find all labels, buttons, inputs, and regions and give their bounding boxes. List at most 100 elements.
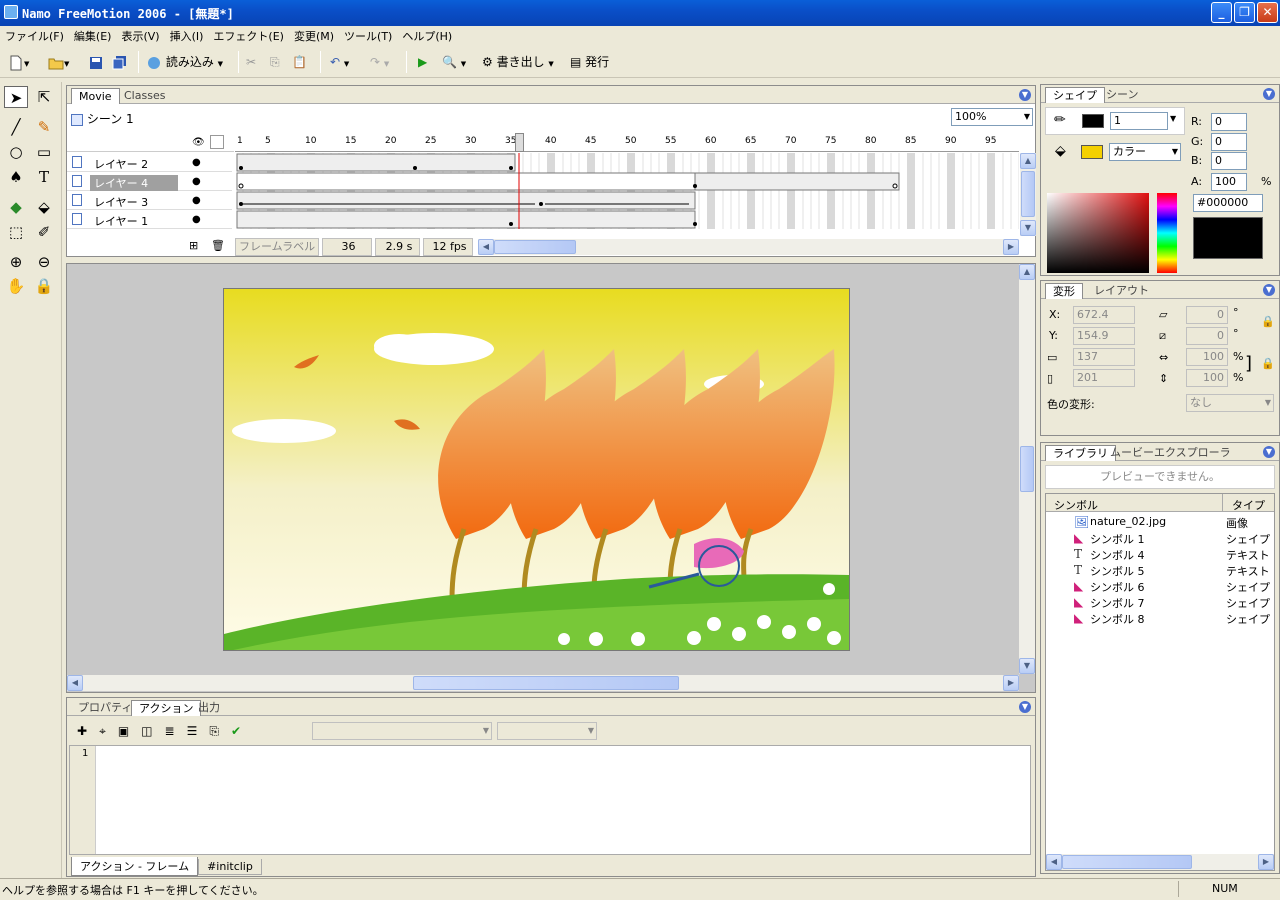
lock-icon[interactable]: 🔒: [1261, 315, 1275, 328]
preview-icon[interactable]: 🔍 ▼: [442, 52, 466, 72]
auto-format-icon[interactable]: ≣: [165, 724, 187, 738]
find-icon[interactable]: ⌖: [99, 724, 118, 738]
menu-insert[interactable]: 挿入(I): [165, 26, 209, 46]
script-editor[interactable]: 1: [69, 745, 1031, 855]
menu-tools[interactable]: ツール(T): [339, 26, 397, 46]
eye-icon[interactable]: 👁: [192, 137, 205, 148]
menu-edit[interactable]: 編集(E): [69, 26, 117, 46]
copy-icon[interactable]: ⎘: [270, 52, 280, 72]
pen-tool-icon[interactable]: ♠: [4, 166, 28, 188]
scene-breadcrumb[interactable]: シーン 1: [71, 110, 134, 127]
canvas-hscroll[interactable]: ◀ ▶: [67, 675, 1019, 691]
skew-h-field[interactable]: 0: [1186, 306, 1228, 324]
library-list[interactable]: シンボル タイプ 🖼 nature_02.jpg 画像 ◣ シンボル 1 シェイプ T シンボ…: [1045, 493, 1275, 871]
library-item[interactable]: 🖼 nature_02.jpg 画像: [1046, 514, 1276, 530]
menu-view[interactable]: 表示(V): [116, 26, 164, 46]
library-item[interactable]: ◣ シンボル 7 シェイプ: [1046, 594, 1276, 610]
tab-movie[interactable]: Movie: [71, 88, 120, 104]
fill-color-swatch[interactable]: [1081, 145, 1103, 159]
collapse-icon[interactable]: ▼: [1019, 89, 1031, 101]
publish-button[interactable]: ▤ 発行: [570, 52, 609, 72]
tab-classes[interactable]: Classes: [117, 88, 172, 104]
col-symbol-header[interactable]: シンボル: [1054, 497, 1098, 513]
skew-v-field[interactable]: 0: [1186, 327, 1228, 345]
fill-type-select[interactable]: カラー ▼: [1109, 143, 1181, 161]
check-syntax-icon[interactable]: ✔: [231, 724, 253, 738]
tab-scene[interactable]: シーン: [1099, 87, 1145, 103]
canvas-vscroll[interactable]: ▲ ▼: [1019, 264, 1035, 674]
scale-h-field[interactable]: 100: [1186, 369, 1228, 387]
redo-icon[interactable]: ↷ ▼: [370, 52, 389, 72]
lock-icon[interactable]: 🔒: [32, 275, 56, 297]
actions-select-2[interactable]: ▼: [497, 722, 597, 740]
trash-icon[interactable]: 🗑: [211, 239, 225, 252]
show-hints-icon[interactable]: ☰: [187, 724, 210, 738]
x-field[interactable]: 672.4: [1073, 306, 1135, 324]
lock-icon[interactable]: 🔒: [1261, 357, 1275, 370]
menu-modify[interactable]: 変更(M): [289, 26, 339, 46]
library-item[interactable]: ◣ シンボル 8 シェイプ: [1046, 610, 1276, 626]
timeline-hscroll[interactable]: ◀ ▶: [478, 239, 1019, 255]
menu-file[interactable]: ファイル(F): [0, 26, 69, 46]
tab-output[interactable]: 出力: [191, 700, 227, 716]
tab-properties[interactable]: プロパティ: [71, 700, 139, 716]
frame-ruler[interactable]: 1 5 10 15 20 25 30 35 40 45 50 55 60 65 70 75 80 85 90 95: [235, 133, 1019, 152]
layer-row[interactable]: レイヤー 1 ●: [67, 210, 232, 229]
g-field[interactable]: 0: [1211, 133, 1247, 151]
undo-icon[interactable]: ↶ ▼: [330, 52, 349, 72]
debug-icon[interactable]: ⎘: [209, 724, 231, 738]
subtab-initclip[interactable]: #initclip: [198, 859, 262, 875]
width-field[interactable]: 137: [1073, 348, 1135, 366]
outline-toggle[interactable]: [210, 135, 224, 149]
import-button[interactable]: 読み込み ▼: [146, 52, 223, 72]
oval-tool-icon[interactable]: ○: [4, 141, 28, 163]
chevron-down-icon[interactable]: ▼: [1170, 114, 1176, 123]
layer-row-selected[interactable]: レイヤー 4 ●: [67, 172, 232, 191]
subselect-tool-icon[interactable]: ⇱: [32, 86, 56, 108]
library-item[interactable]: ◣ シンボル 6 シェイプ: [1046, 578, 1276, 594]
library-hscroll[interactable]: ◀ ▶: [1046, 854, 1274, 870]
scale-w-field[interactable]: 100: [1186, 348, 1228, 366]
stroke-width-field[interactable]: 1: [1110, 112, 1168, 130]
layer-row[interactable]: レイヤー 3 ●: [67, 191, 232, 210]
playhead[interactable]: [515, 133, 524, 152]
timeline-vscroll[interactable]: ▲ ▼: [1020, 153, 1036, 236]
eyedropper-icon[interactable]: ✐: [32, 221, 56, 243]
tab-layout[interactable]: レイアウト: [1087, 283, 1156, 299]
zoom-select[interactable]: 100% ▼: [951, 108, 1033, 126]
frame-grid[interactable]: [235, 153, 1019, 229]
library-item[interactable]: T シンボル 5 テキスト: [1046, 562, 1276, 578]
close-button[interactable]: ✕: [1257, 2, 1278, 23]
pencil-tool-icon[interactable]: ✎: [32, 116, 56, 138]
text-tool-icon[interactable]: T: [32, 166, 56, 188]
hue-slider[interactable]: [1157, 193, 1177, 273]
open-folder-icon[interactable]: ▼: [48, 52, 69, 72]
collapse-icon[interactable]: ▼: [1019, 701, 1031, 713]
save-icon[interactable]: [88, 52, 104, 72]
new-file-icon[interactable]: ▼: [8, 52, 29, 72]
menu-effect[interactable]: エフェクト(E): [208, 26, 289, 46]
tab-shape[interactable]: シェイプ: [1045, 87, 1105, 103]
arrow-tool-icon[interactable]: ➤: [4, 86, 28, 108]
find-replace-icon[interactable]: ▣: [118, 724, 141, 738]
layer-row[interactable]: レイヤー 2 ●: [67, 153, 232, 172]
zoom-out-icon[interactable]: ⊖: [32, 251, 56, 273]
hand-tool-icon[interactable]: ✋: [4, 275, 28, 297]
add-action-icon[interactable]: ✚: [77, 724, 99, 738]
paint-bucket-icon[interactable]: ⬙: [32, 196, 56, 218]
collapse-icon[interactable]: ▼: [1263, 446, 1275, 458]
menu-help[interactable]: ヘルプ(H): [397, 26, 457, 46]
color-picker-field[interactable]: [1047, 193, 1149, 273]
collapse-icon[interactable]: ▼: [1263, 88, 1275, 100]
rectangle-tool-icon[interactable]: ▭: [32, 141, 56, 163]
add-layer-icon[interactable]: ⊞: [189, 239, 198, 252]
line-tool-icon[interactable]: ╱: [4, 116, 28, 138]
export-button[interactable]: ⚙ 書き出し ▼: [482, 52, 554, 72]
maximize-button[interactable]: ❐: [1234, 2, 1255, 23]
y-field[interactable]: 154.9: [1073, 327, 1135, 345]
save-all-icon[interactable]: [112, 52, 128, 72]
insert-target-icon[interactable]: ◫: [141, 724, 164, 738]
stage[interactable]: [223, 288, 850, 651]
minimize-button[interactable]: _: [1211, 2, 1232, 23]
color-transform-select[interactable]: なし ▼: [1186, 394, 1274, 412]
